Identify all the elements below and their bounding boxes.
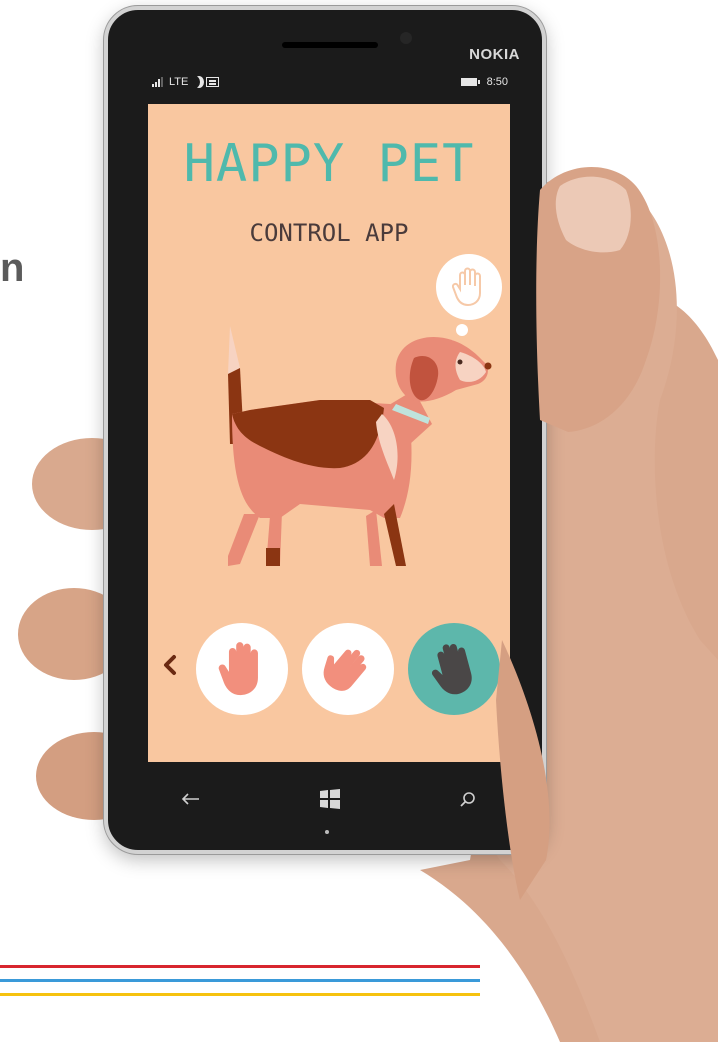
- holding-hand-thumb: [496, 166, 661, 900]
